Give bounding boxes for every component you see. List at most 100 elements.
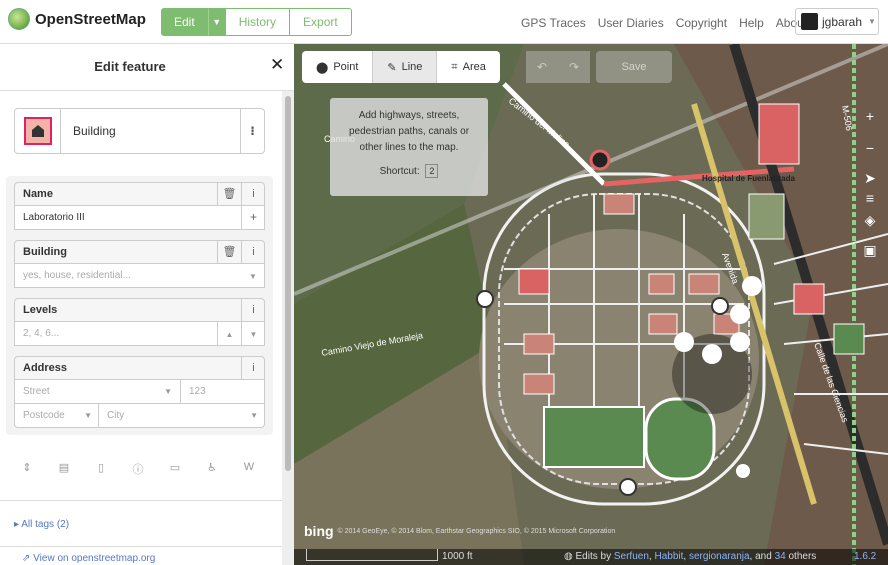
shortcut-key: 2 [425, 164, 439, 178]
all-tags-toggle[interactable]: ▸ All tags (2) [14, 519, 69, 530]
preset-name: Building [73, 124, 116, 138]
map-data-icon[interactable]: ◈ [860, 212, 880, 229]
building-label-text: Building [23, 246, 67, 258]
user-menu[interactable]: jgbarah ▼ [795, 8, 879, 35]
view-on-osm-link[interactable]: ⇗ View on openstreetmap.org [22, 553, 155, 564]
add-point-button[interactable]: ⬤ Point [302, 51, 374, 83]
chevron-down-icon[interactable]: ▼ [241, 264, 265, 287]
zoom-in-icon[interactable]: + [860, 108, 880, 124]
nav-user-diaries[interactable]: User Diaries [598, 16, 664, 30]
export-button[interactable]: Export [290, 8, 352, 36]
top-bar: OpenStreetMap Edit ▼ History Export GPS … [0, 0, 888, 44]
nav-copyright[interactable]: Copyright [676, 16, 727, 30]
nav-help[interactable]: Help [739, 16, 764, 30]
elevator-icon[interactable]: ⇕ [18, 461, 36, 477]
others-count-link[interactable]: 34 [775, 551, 786, 562]
info-icon[interactable]: i [241, 357, 265, 379]
preset-more-icon[interactable]: ⁝ [240, 109, 264, 153]
name-input[interactable]: Laboratorio III + [14, 206, 265, 230]
levels-field: Levels i 2, 4, 6... ▲ ▼ [14, 298, 265, 346]
name-label-text: Name [23, 188, 53, 200]
add-area-button[interactable]: ⌗ Area [437, 51, 500, 83]
preset-icon-box [15, 109, 61, 153]
editor-link[interactable]: Serfuen [614, 551, 649, 562]
editor-link[interactable]: Habbit [654, 551, 683, 562]
building-field-label: Building 🗑 i [14, 240, 265, 264]
scale-bar[interactable] [306, 549, 438, 561]
housenumber-input[interactable]: 123 [181, 386, 264, 397]
levels-placeholder: 2, 4, 6... [23, 328, 60, 339]
info-icon[interactable]: i [241, 241, 265, 263]
close-icon[interactable]: ✕ [270, 55, 284, 75]
geolocate-icon[interactable]: ➤ [860, 170, 880, 187]
map-canvas[interactable]: Camino del Molino Camino Viejo de Morale… [294, 44, 888, 565]
levels-field-label: Levels i [14, 298, 265, 322]
sidebar-header: Edit feature ✕ [0, 44, 294, 91]
info-circle-icon[interactable]: ⓘ [129, 461, 147, 477]
levels-input[interactable]: 2, 4, 6... ▲ ▼ [14, 322, 265, 346]
info-icon[interactable]: i [241, 299, 265, 321]
preset-selector[interactable]: Building ⁝ [14, 108, 265, 154]
wikipedia-icon[interactable]: W [240, 461, 258, 477]
all-tags-label: All tags (2) [21, 519, 70, 530]
note-icon[interactable]: ▤ [55, 461, 73, 477]
address-row-2: Postcode ▼ City ▼ [14, 404, 265, 428]
page-title: Edit feature [94, 59, 166, 74]
address-field: Address i Street ▼ 123 Postcode ▼ City ▼ [14, 356, 265, 428]
app-title: OpenStreetMap [35, 10, 146, 28]
background-layers-icon[interactable]: ≡ [860, 190, 880, 206]
line-label: Line [401, 61, 423, 73]
building-combo-input[interactable]: yes, house, residential... ▼ [14, 264, 265, 288]
area-icon: ⌗ [451, 60, 458, 73]
city-input[interactable]: City ▼ [99, 404, 264, 427]
tooltip-text: Add highways, streets, pedestrian paths,… [348, 110, 470, 153]
map-footer: 1000 ft ◍ Edits by Serfuen, Habbit, serg… [294, 549, 888, 565]
zoom-out-icon[interactable]: − [860, 140, 880, 156]
external-link-icon: ⇗ [22, 553, 34, 564]
edits-others: others [788, 551, 817, 562]
decrement-icon[interactable]: ▼ [241, 322, 265, 345]
trash-icon[interactable]: 🗑 [217, 241, 241, 263]
view-on-osm-label: View on openstreetmap.org [33, 553, 156, 564]
address-field-label: Address i [14, 356, 265, 380]
edit-dropdown-caret-icon[interactable]: ▼ [207, 8, 226, 36]
phone-icon[interactable]: ▯ [92, 461, 110, 477]
chevron-down-icon: ▼ [164, 387, 172, 396]
area-label: Area [462, 61, 486, 73]
map-pin-icon: ⬤ [316, 61, 329, 74]
mode-toolbar: ⬤ Point ✎ Line ⌗ Area [302, 51, 500, 83]
history-button[interactable]: History [225, 8, 291, 36]
add-line-button[interactable]: ✎ Line [373, 51, 438, 83]
editor-link[interactable]: sergionaranja [689, 551, 750, 562]
redo-icon[interactable]: ↷ [558, 51, 590, 83]
tooltip-shortcut: Shortcut: 2 [338, 164, 480, 180]
trash-icon[interactable]: 🗑 [217, 183, 241, 205]
laptop-icon[interactable]: ▭ [166, 461, 184, 477]
postcode-placeholder: Postcode [23, 410, 65, 421]
plus-icon[interactable]: + [241, 206, 265, 229]
chevron-down-icon: ▼ [84, 411, 92, 420]
undo-icon[interactable]: ↶ [526, 51, 558, 83]
scrollbar-thumb[interactable] [285, 96, 291, 471]
edits-and: and [755, 551, 772, 562]
osm-logo[interactable]: OpenStreetMap [8, 8, 146, 30]
help-icon[interactable]: ▣ [860, 242, 880, 259]
point-label: Point [333, 61, 359, 73]
version-label[interactable]: 1.6.2 [854, 551, 876, 562]
street-input[interactable]: Street ▼ [15, 380, 181, 403]
more-fields-icons: ⇕ ▤ ▯ ⓘ ▭ ♿ W [18, 461, 258, 477]
street-placeholder: Street [23, 386, 50, 397]
postcode-input[interactable]: Postcode ▼ [15, 404, 99, 427]
increment-icon[interactable]: ▲ [217, 322, 241, 345]
edit-button[interactable]: Edit [161, 8, 208, 36]
edit-button-group: Edit ▼ History Export [161, 8, 352, 36]
sidebar: Edit feature ✕ Building ⁝ Name 🗑 i Labor… [0, 44, 294, 565]
wheelchair-icon[interactable]: ♿ [203, 461, 221, 477]
user-name: jgbarah [822, 14, 863, 29]
chevron-down-icon: ▼ [250, 411, 258, 420]
nav-gps-traces[interactable]: GPS Traces [521, 16, 586, 30]
save-button[interactable]: Save [596, 51, 672, 83]
info-icon[interactable]: i [241, 183, 265, 205]
edits-attribution: ◍ Edits by Serfuen, Habbit, sergionaranj… [564, 551, 817, 562]
name-input-value: Laboratorio III [23, 212, 85, 223]
